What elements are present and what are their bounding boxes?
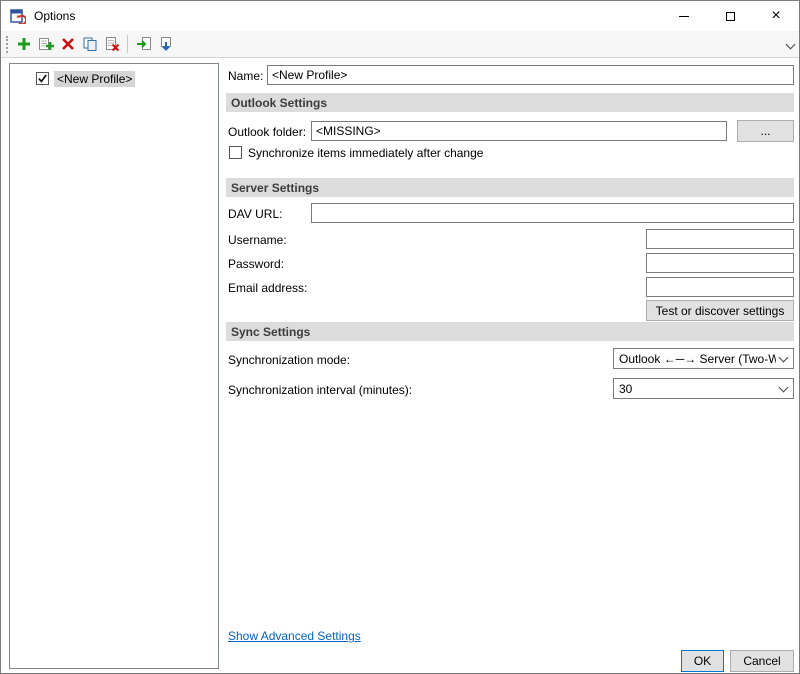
window-title: Options <box>34 9 76 23</box>
checkmark-icon <box>38 74 47 83</box>
close-icon: × <box>771 7 781 24</box>
outlook-settings-header: Outlook Settings <box>226 93 794 112</box>
username-input[interactable] <box>646 229 794 249</box>
outlook-folder-label: Outlook folder: <box>228 125 307 139</box>
copy-profile-button[interactable] <box>79 33 101 55</box>
add-multiple-profiles-icon <box>39 38 54 50</box>
email-address-label: Email address: <box>228 281 308 295</box>
sync-settings-header: Sync Settings <box>226 322 794 341</box>
chevron-down-icon <box>778 352 789 363</box>
show-advanced-settings-link[interactable]: Show Advanced Settings <box>228 629 361 643</box>
sync-immediately-label[interactable]: Synchronize items immediately after chan… <box>248 146 483 160</box>
password-label: Password: <box>228 257 285 271</box>
cancel-button[interactable]: Cancel <box>730 650 794 672</box>
sync-settings-title: Sync Settings <box>231 324 311 339</box>
toolbar <box>1 31 799 58</box>
username-label: Username: <box>228 233 287 247</box>
maximize-button[interactable] <box>707 1 753 31</box>
maximize-icon <box>725 11 735 21</box>
sync-mode-select[interactable]: Outlook ←─→ Server (Two-Way) <box>613 348 794 369</box>
sync-mode-label: Synchronization mode: <box>228 353 351 367</box>
clear-cache-icon <box>106 37 120 52</box>
server-settings-header: Server Settings <box>226 178 794 197</box>
delete-profile-icon <box>62 38 74 50</box>
title-bar: Options × <box>1 1 799 31</box>
delete-profile-button[interactable] <box>57 33 79 55</box>
name-input[interactable] <box>267 65 794 85</box>
caption-buttons: × <box>661 1 799 31</box>
sync-immediately-checkbox[interactable] <box>229 146 242 159</box>
close-button[interactable]: × <box>753 1 799 31</box>
minimize-icon <box>679 15 689 17</box>
sync-interval-label: Synchronization interval (minutes): <box>228 383 413 397</box>
minimize-button[interactable] <box>661 1 707 31</box>
outlook-settings-title: Outlook Settings <box>231 95 327 110</box>
options-dialog: Options × <New Profile> Name: <New Profi… <box>0 0 800 674</box>
toolbar-overflow-button[interactable] <box>784 37 796 53</box>
add-multiple-profiles-button[interactable] <box>35 33 57 55</box>
chevron-down-icon <box>778 382 789 393</box>
toolbar-separator <box>127 35 128 53</box>
export-profiles-button[interactable] <box>155 33 177 55</box>
name-label: Name: <box>228 69 264 83</box>
password-input[interactable] <box>646 253 794 273</box>
email-address-input[interactable] <box>646 277 794 297</box>
server-settings-title: Server Settings <box>231 180 320 195</box>
profile-label[interactable]: <New Profile> <box>54 70 136 87</box>
copy-profile-icon <box>83 37 97 51</box>
add-profile-icon <box>18 38 30 50</box>
sync-interval-value: 30 <box>619 381 633 396</box>
test-settings-button[interactable]: Test or discover settings <box>646 300 794 321</box>
toolbar-overflow-icon <box>785 39 795 49</box>
sync-mode-value: Outlook ←─→ Server (Two-Way) <box>619 351 776 366</box>
dav-url-input[interactable] <box>311 203 794 223</box>
toolbar-grip[interactable] <box>6 36 10 53</box>
add-profile-button[interactable] <box>13 33 35 55</box>
clear-cache-button[interactable] <box>101 33 123 55</box>
export-profiles-icon <box>161 37 171 51</box>
sync-interval-select[interactable]: 30 <box>613 378 794 399</box>
profile-checkbox[interactable] <box>36 72 49 85</box>
browse-folder-button[interactable]: ... <box>737 120 794 142</box>
app-icon <box>10 8 28 26</box>
dav-url-label: DAV URL: <box>228 207 283 221</box>
import-profiles-icon <box>137 37 151 50</box>
import-profiles-button[interactable] <box>133 33 155 55</box>
profile-tree[interactable]: <New Profile> <box>9 63 219 669</box>
tree-item-profile[interactable]: <New Profile> <box>10 70 218 87</box>
ok-button[interactable]: OK <box>681 650 724 672</box>
outlook-folder-input[interactable] <box>311 121 727 141</box>
